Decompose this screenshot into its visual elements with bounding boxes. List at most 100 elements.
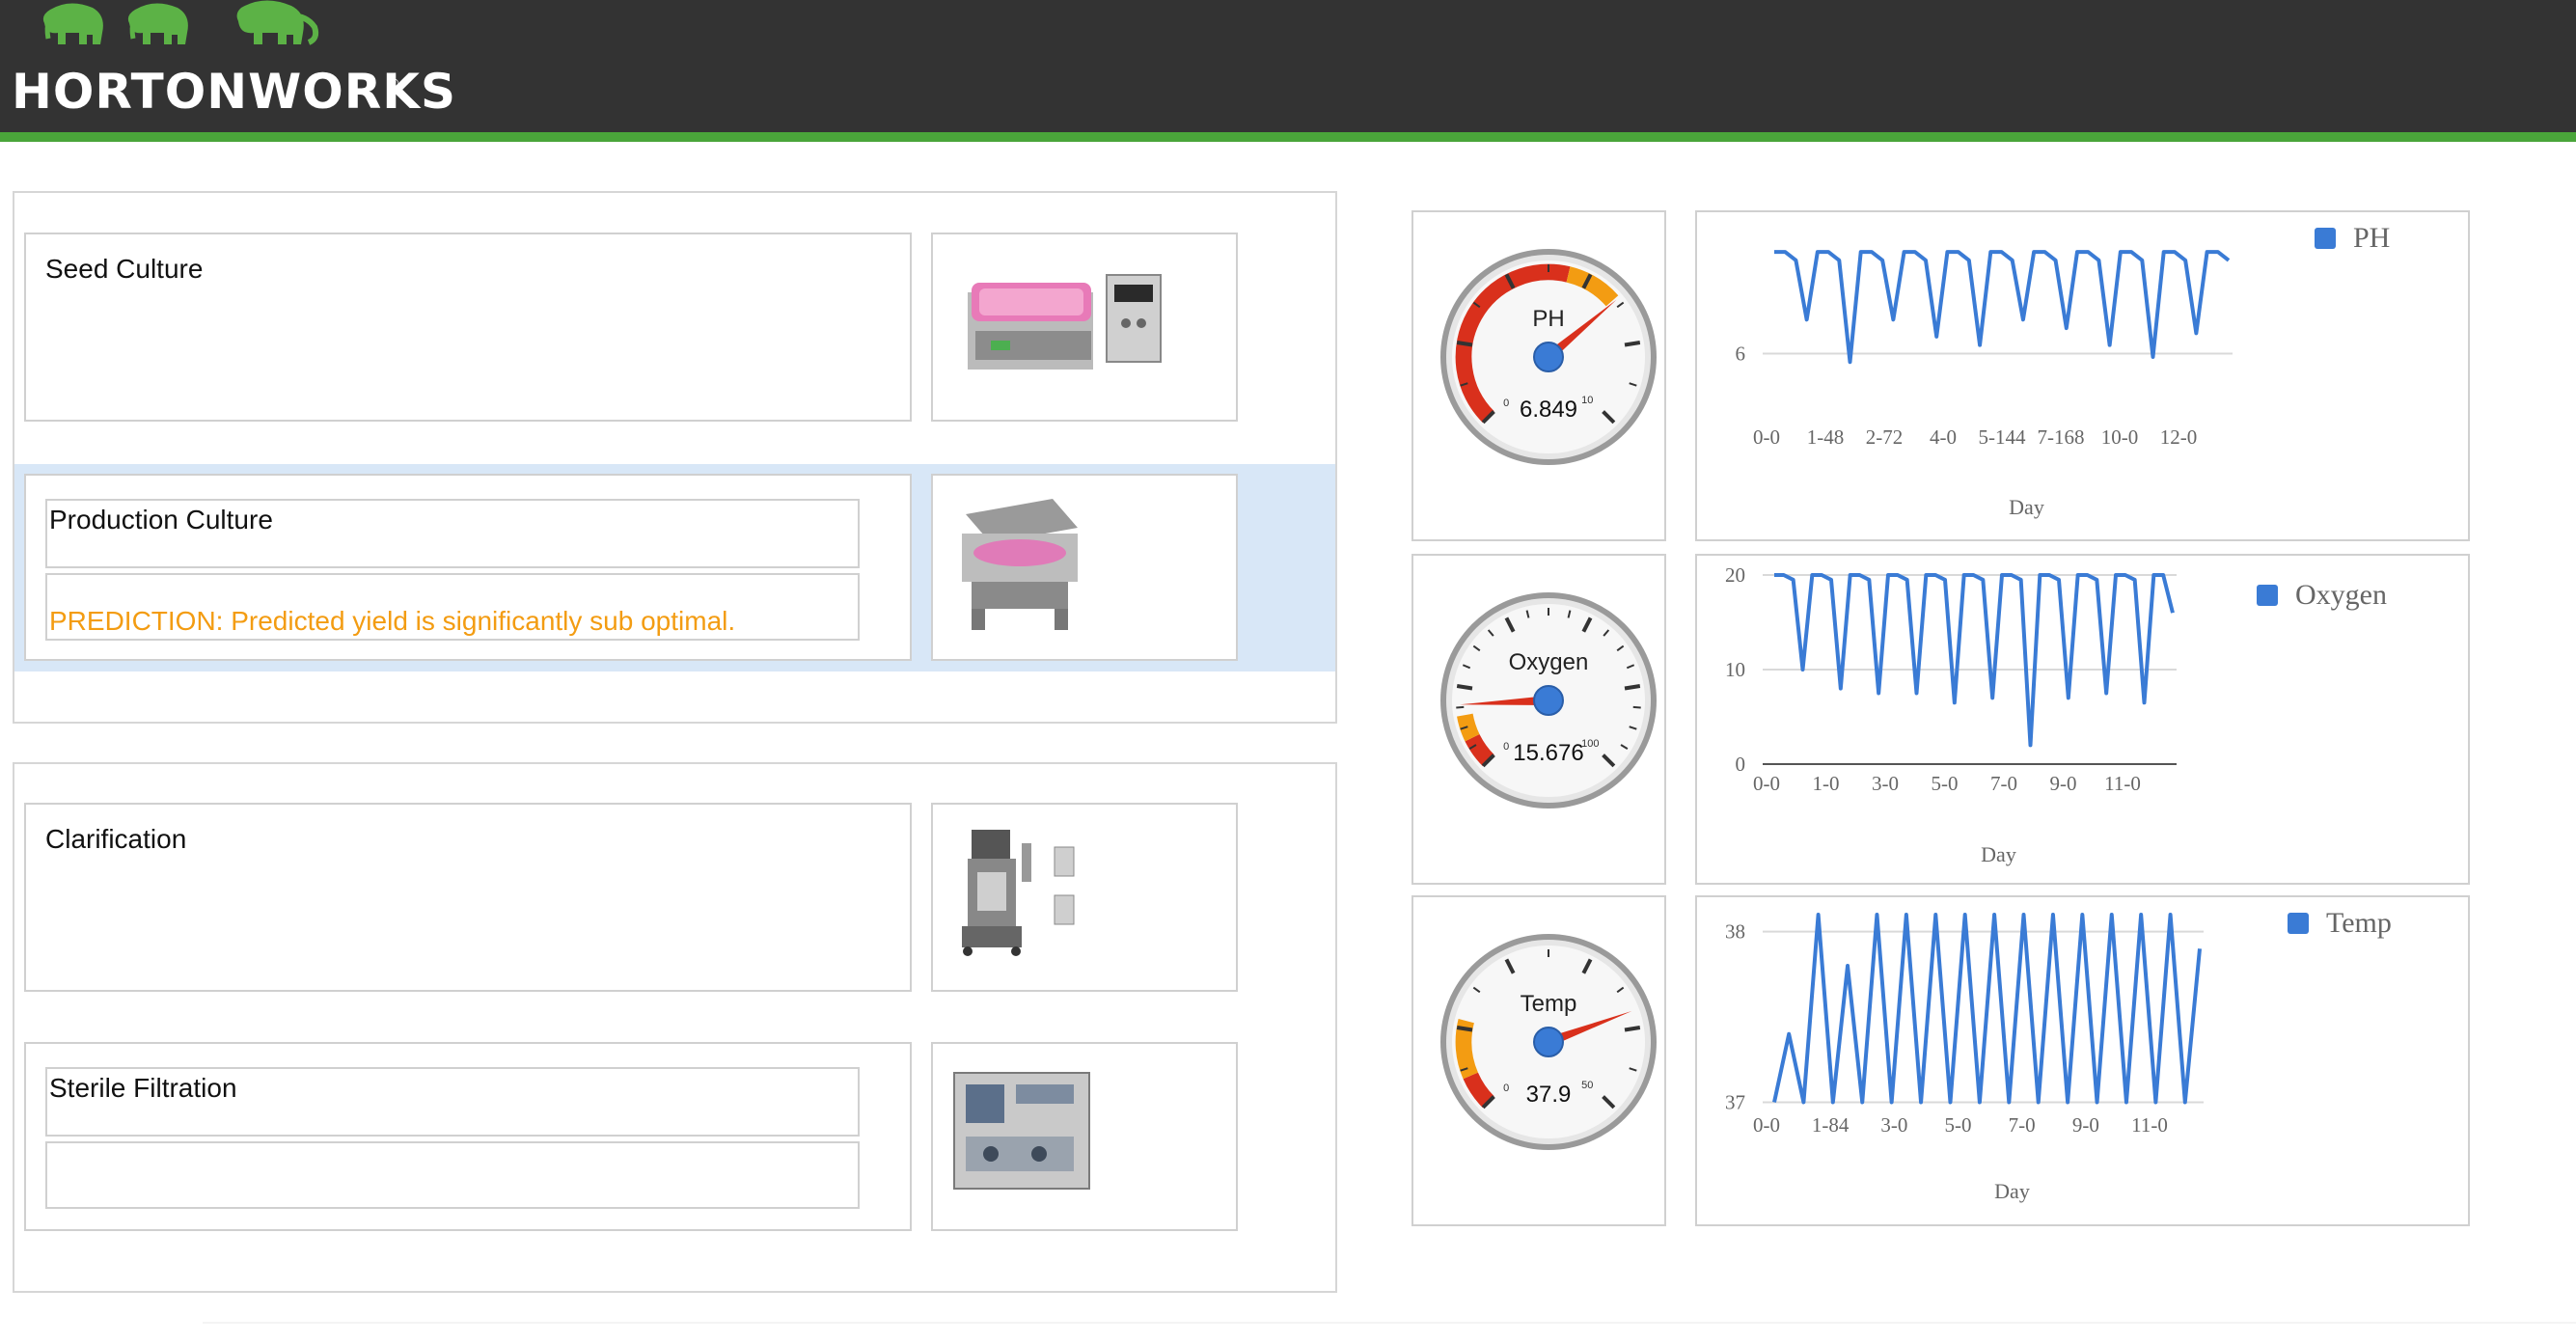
x-tick-label: 10-0: [2101, 425, 2139, 449]
x-tick-label: 11-0: [2131, 1113, 2168, 1137]
footer-divider: [203, 1322, 2576, 1324]
x-tick-label: 5-0: [1945, 1113, 1972, 1137]
gauge-label: Temp: [1521, 991, 1577, 1017]
stage-name-field: Sterile Filtration: [45, 1067, 860, 1137]
gauge-tick: [1624, 341, 1641, 347]
gauge-hub: [1533, 685, 1564, 716]
gauge-value: 6.849: [1520, 397, 1577, 423]
app-header: HORTONWORKS ®: [0, 0, 2576, 132]
bioreactor-bag-image: [968, 274, 1162, 370]
legend-label: Temp: [2326, 907, 2392, 939]
x-tick-label: 3-0: [1872, 772, 1899, 795]
legend-label: Oxygen: [2295, 579, 2387, 611]
x-tick-label: 9-0: [2050, 772, 2077, 795]
gauge-value: 37.9: [1526, 1082, 1572, 1108]
y-tick-label: 37: [1725, 1090, 1745, 1113]
gauge-min-label: 0: [1503, 741, 1509, 753]
stage-card-production-culture[interactable]: Production Culture PREDICTION: Predicted…: [24, 474, 912, 661]
stage-image-clarification: [931, 803, 1238, 992]
stage-image-seed-culture: [931, 233, 1238, 422]
gauge-card-ph: PH 0 10 6.849: [1411, 210, 1666, 541]
x-tick-label: 9-0: [2072, 1113, 2099, 1137]
ph-line-chart: 6 0-0 1-48 2-72 4-0 5-144 7-168 10-0 12-0 Day PH: [1736, 222, 2391, 519]
stage-image-production-culture: [931, 474, 1238, 661]
temp-gauge: Temp 0 50 37.9: [1440, 934, 1657, 1150]
stage-name: Production Culture: [49, 505, 273, 534]
legend-swatch: [2315, 228, 2336, 249]
series-line-temp: [1772, 913, 2202, 1105]
oxygen-line-chart: 0 10 20 0-0 1-0 3-0 5-0 7-0 9-0 11-0 Day Oxygen: [1725, 563, 2387, 866]
gauge-tick: [1456, 341, 1473, 347]
legend-swatch: [2288, 913, 2309, 934]
gauge-max-label: 10: [1581, 395, 1593, 406]
legend-swatch: [2257, 585, 2278, 606]
gauge-hub: [1533, 342, 1564, 372]
chart-card-temp: 37 38 0-0 1-84 3-0 5-0 7-0 9-0 11-0 Day Temp: [1695, 895, 2470, 1226]
x-tick-label: 1-0: [1813, 772, 1840, 795]
oxygen-gauge: Oxygen 0 10015.676: [1440, 592, 1657, 809]
y-tick-label: 6: [1736, 342, 1746, 365]
filtration-skid-image: [953, 1072, 1090, 1190]
y-tick-label: 10: [1725, 658, 1745, 681]
header-stripe: [0, 132, 2576, 142]
x-tick-label: 0-0: [1753, 425, 1780, 449]
y-tick-label: 20: [1725, 563, 1745, 587]
brand-name: HORTONWORKS: [12, 64, 456, 120]
gauge-tick: [1456, 705, 1465, 709]
gauge-value: 15.676: [1513, 740, 1583, 766]
centrifuge-image: [962, 830, 1075, 956]
x-tick-label: 0-0: [1753, 1113, 1780, 1137]
stage-name: Clarification: [45, 824, 187, 854]
x-axis-title: Day: [2009, 495, 2044, 519]
gauge-min-label: 0: [1503, 1083, 1509, 1094]
stage-card-sterile-filtration[interactable]: Sterile Filtration: [24, 1042, 912, 1231]
prediction-message: PREDICTION: Predicted yield is significa…: [49, 606, 736, 636]
gauge-max-label: 100: [1581, 738, 1599, 750]
gauge-min-label: 0: [1503, 397, 1509, 409]
gauge-tick: [1456, 684, 1473, 691]
chart-card-oxygen: 0 10 20 0-0 1-0 3-0 5-0 7-0 9-0 11-0 Day Oxygen: [1695, 554, 2470, 885]
gauge-max-label: 50: [1581, 1080, 1593, 1091]
legend-label: PH: [2353, 222, 2390, 254]
x-axis-title: Day: [1994, 1179, 2030, 1203]
y-tick-label: 38: [1725, 920, 1745, 944]
x-tick-label: 0-0: [1753, 772, 1780, 795]
x-tick-label: 1-84: [1812, 1113, 1850, 1137]
x-tick-label: 11-0: [2104, 772, 2141, 795]
x-tick-label: 1-48: [1807, 425, 1845, 449]
gauge-tick: [1624, 1026, 1641, 1032]
x-tick-label: 7-168: [2038, 425, 2085, 449]
prediction-field: [45, 1141, 860, 1209]
prediction-field: PREDICTION: Predicted yield is significa…: [45, 573, 860, 641]
x-tick-label: 5-0: [1932, 772, 1959, 795]
gauge-tick: [1624, 684, 1641, 691]
x-tick-label: 7-0: [2009, 1113, 2036, 1137]
ph-gauge: PH 0 10 6.849: [1440, 249, 1657, 465]
registered-mark: ®: [389, 75, 399, 91]
gauge-tick: [1456, 1026, 1473, 1032]
stage-name: Sterile Filtration: [49, 1073, 237, 1103]
temp-line-chart: 37 38 0-0 1-84 3-0 5-0 7-0 9-0 11-0 Day Temp: [1725, 907, 2392, 1203]
stage-card-seed-culture[interactable]: Seed Culture: [24, 233, 912, 422]
gauge-tick: [1632, 705, 1641, 709]
gauge-hub: [1533, 1027, 1564, 1057]
series-line-oxygen: [1774, 573, 2175, 748]
x-tick-label: 7-0: [1990, 772, 2017, 795]
chart-card-ph: 6 0-0 1-48 2-72 4-0 5-144 7-168 10-0 12-0 Day PH: [1695, 210, 2470, 541]
elephant-icon: [42, 0, 319, 45]
x-axis-title: Day: [1981, 842, 2016, 866]
stage-name-field: Production Culture: [45, 499, 860, 568]
gauge-label: Oxygen: [1509, 649, 1589, 675]
production-bioreactor-image: [962, 499, 1078, 630]
y-tick-label: 0: [1736, 753, 1746, 776]
x-tick-label: 3-0: [1880, 1113, 1907, 1137]
series-line-ph: [1774, 250, 2231, 365]
x-tick-label: 2-72: [1866, 425, 1904, 449]
x-tick-label: 5-144: [1979, 425, 2026, 449]
stage-image-sterile-filtration: [931, 1042, 1238, 1231]
stage-card-clarification[interactable]: Clarification: [24, 803, 912, 992]
gauge-label: PH: [1532, 306, 1564, 332]
x-tick-label: 12-0: [2160, 425, 2198, 449]
stage-name: Seed Culture: [45, 254, 204, 284]
x-tick-label: 4-0: [1930, 425, 1957, 449]
